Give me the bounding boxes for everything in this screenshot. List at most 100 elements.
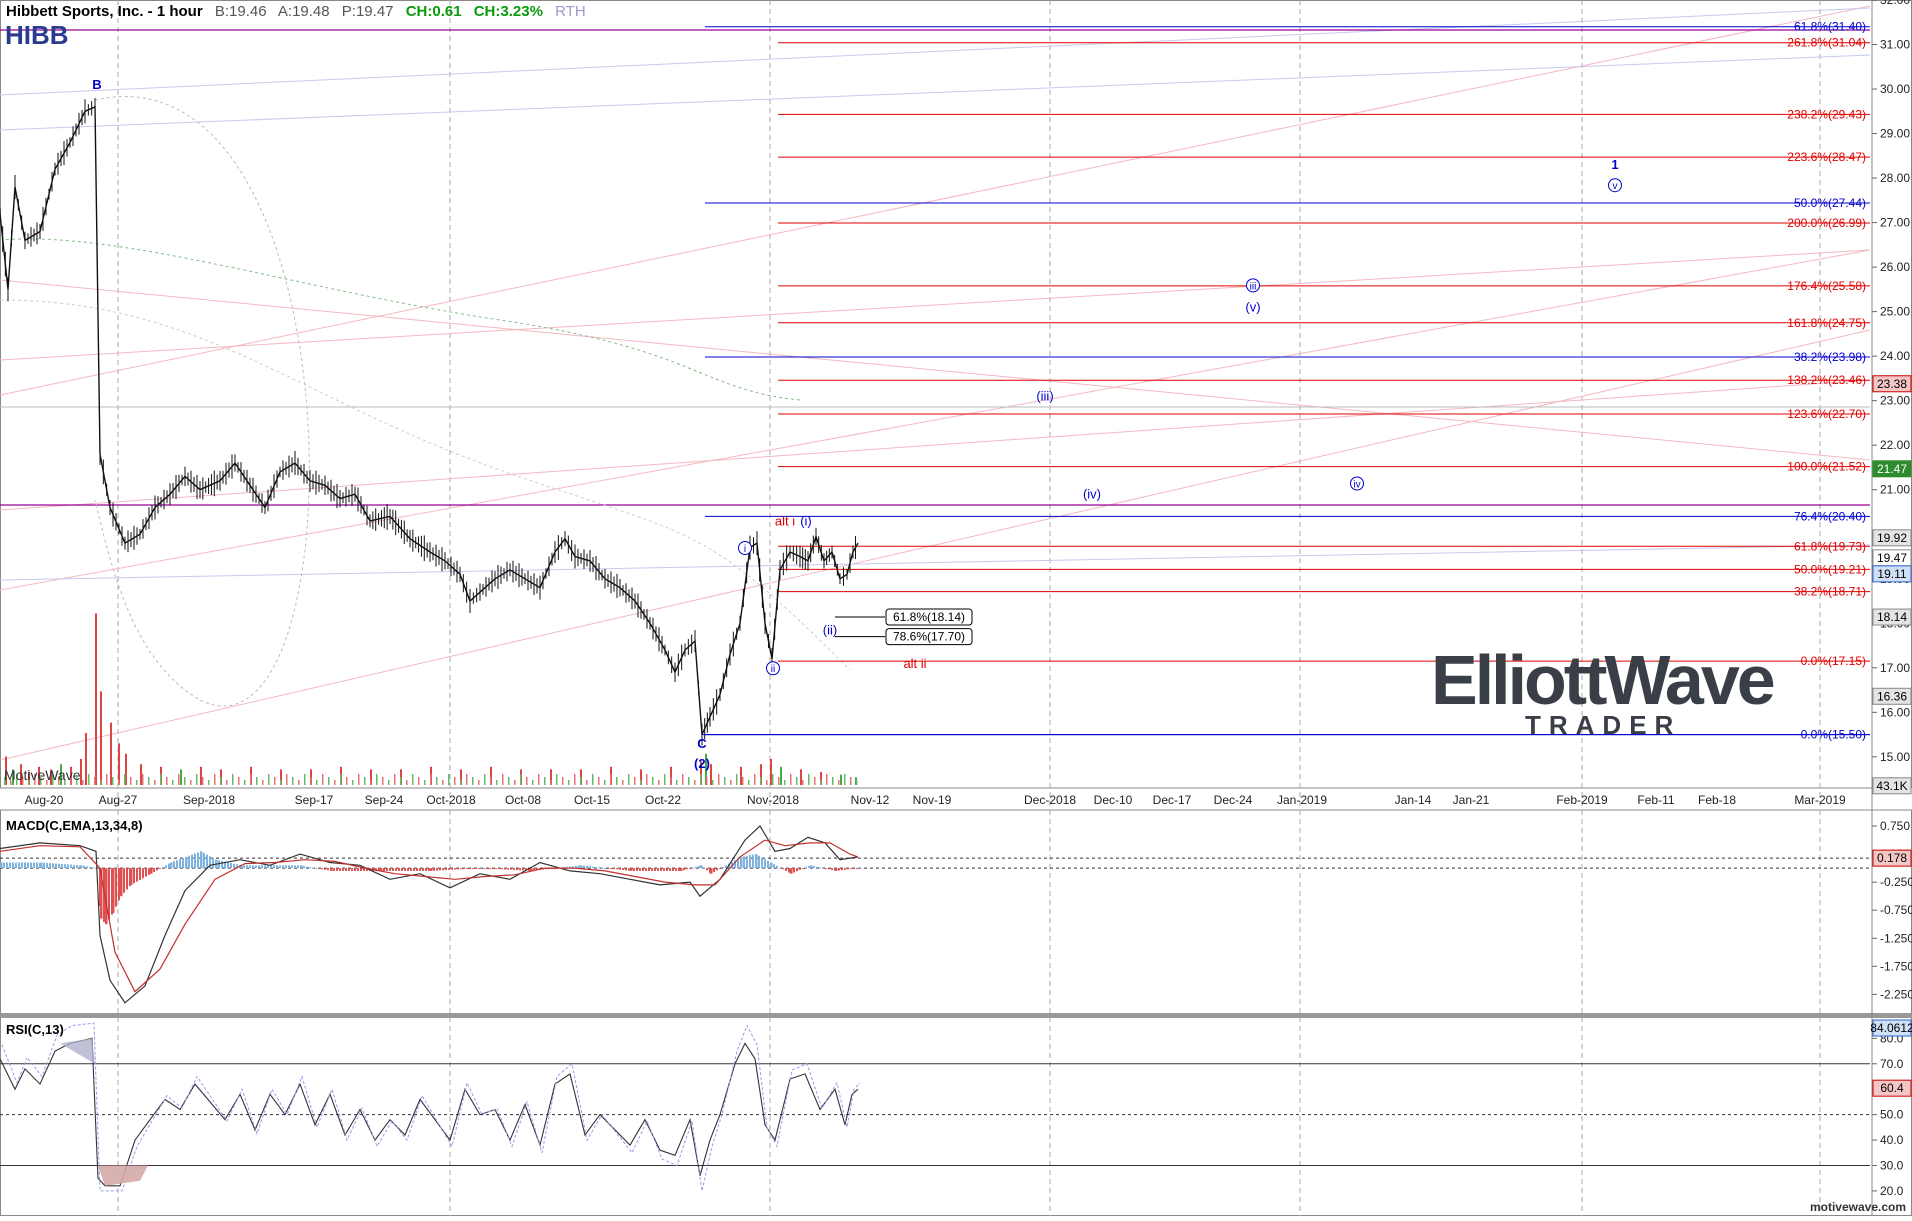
macd-tick-label: -1.750	[1880, 959, 1912, 973]
macd-histogram-bar	[639, 868, 641, 871]
channel-line	[0, 54, 1871, 131]
volume-bar	[622, 780, 624, 785]
macd-histogram-bar	[79, 865, 81, 869]
macd-histogram-bar	[249, 865, 251, 869]
macd-histogram-bar	[336, 868, 338, 871]
volume-bar	[808, 774, 810, 785]
macd-histogram-bar	[360, 868, 362, 871]
volume-bar	[538, 774, 540, 785]
volume-bar	[316, 780, 318, 785]
macd-histogram-bar	[779, 867, 781, 869]
change-value: CH:0.61	[405, 3, 462, 20]
macd-histogram-bar	[156, 868, 158, 871]
macd-histogram-bar	[221, 861, 223, 869]
macd-histogram-bar	[342, 868, 344, 871]
macd-histogram-bar	[285, 865, 287, 869]
macd-histogram-bar	[86, 866, 88, 869]
volume-bar	[652, 777, 654, 785]
macd-histogram-bar	[442, 868, 444, 871]
volume-bar	[106, 774, 108, 785]
trend-line	[0, 249, 1871, 361]
volume-bar	[574, 774, 576, 785]
macd-histogram-bar	[648, 868, 650, 871]
macd-histogram-bar	[9, 862, 11, 869]
y-tick-label: 22.00	[1880, 438, 1910, 452]
wave-label: (2)	[694, 756, 710, 771]
macd-histogram-bar	[828, 868, 830, 870]
volume-bar	[784, 780, 786, 785]
price-series	[0, 105, 859, 735]
macd-histogram-bar	[598, 867, 600, 869]
wave-label: v	[1613, 181, 1618, 192]
macd-histogram-bar	[808, 866, 810, 869]
y-tick-label: 15.00	[1880, 750, 1910, 764]
last-price: P:19.47	[341, 3, 394, 20]
volume-bar	[196, 774, 198, 785]
volume-bar	[352, 780, 354, 785]
macd-histogram-bar	[498, 868, 500, 870]
macd-line	[0, 825, 859, 1004]
volume-bar	[556, 774, 558, 785]
chart-canvas[interactable]: 261.8%(31.04) 238.2%(29.43) 223.6%(28.47) 2…	[0, 0, 1912, 1216]
volume-bar	[472, 777, 474, 785]
volume-bar	[418, 777, 420, 785]
volume-bar	[478, 780, 480, 785]
macd-histogram-bar	[825, 868, 827, 870]
macd-histogram-bar	[389, 868, 391, 871]
pane-divider-rsi	[0, 1013, 1912, 1018]
macd-histogram-bar	[700, 865, 703, 869]
x-tick-label: Oct-08	[505, 793, 541, 807]
volume-bar	[730, 780, 732, 785]
volume-bar	[262, 780, 264, 785]
macd-histogram-bar	[831, 868, 833, 871]
macd-tick-label: -1.250	[1880, 931, 1912, 945]
wave-label: (i)	[800, 513, 812, 528]
y-tick-label: 31.00	[1880, 38, 1910, 52]
volume-bar	[562, 777, 564, 785]
macd-histogram-bar	[480, 868, 483, 870]
volume-bar	[508, 777, 510, 785]
macd-histogram-bar	[478, 868, 480, 870]
wave-label: (v)	[1245, 300, 1260, 315]
volume-bar	[85, 733, 87, 785]
macd-histogram-bar	[743, 856, 745, 869]
volume-bar	[544, 777, 546, 785]
macd-histogram-bar	[318, 868, 320, 870]
macd-histogram-bar	[392, 868, 394, 871]
volume-bar	[466, 774, 468, 785]
macd-histogram-bar	[758, 855, 760, 869]
volume-bar	[184, 777, 186, 785]
x-tick-label: Jan-21	[1453, 793, 1490, 807]
macd-histogram-bar	[351, 868, 353, 871]
macd-histogram-bar	[159, 868, 161, 870]
macd-histogram-bar	[583, 865, 585, 869]
volume-bar	[856, 780, 858, 785]
volume-bar	[334, 780, 336, 785]
macd-histogram-bar	[73, 864, 75, 869]
macd-histogram-bar	[15, 862, 17, 869]
channel-line	[0, 7, 1871, 96]
macd-histogram-bar	[126, 868, 128, 890]
volume-bar	[840, 774, 842, 785]
x-tick-label: Feb-2019	[1556, 793, 1608, 807]
volume-bar	[740, 766, 742, 785]
volume-bar	[772, 774, 774, 785]
volume-bar	[724, 777, 726, 785]
volume-bar	[484, 774, 486, 785]
volume-bar	[850, 777, 852, 785]
macd-histogram-bar	[21, 862, 23, 869]
macd-pane-title: MACD(C,EMA,13,34,8)	[6, 818, 143, 833]
fib-level-label: 50.0%(27.44)	[1794, 196, 1866, 210]
volume-bar	[124, 774, 126, 785]
macd-histogram-bar	[194, 853, 196, 869]
macd-histogram-bar	[592, 866, 594, 869]
volume-bar	[688, 777, 690, 785]
macd-tick-label: -0.750	[1880, 903, 1912, 917]
volume-bar	[694, 780, 696, 785]
volume-bar	[250, 774, 252, 785]
macd-histogram-bar	[645, 868, 647, 871]
volume-bar	[436, 777, 438, 785]
volume-bar	[148, 777, 150, 785]
macd-histogram-bar	[793, 868, 795, 873]
volume-bar	[340, 774, 342, 785]
